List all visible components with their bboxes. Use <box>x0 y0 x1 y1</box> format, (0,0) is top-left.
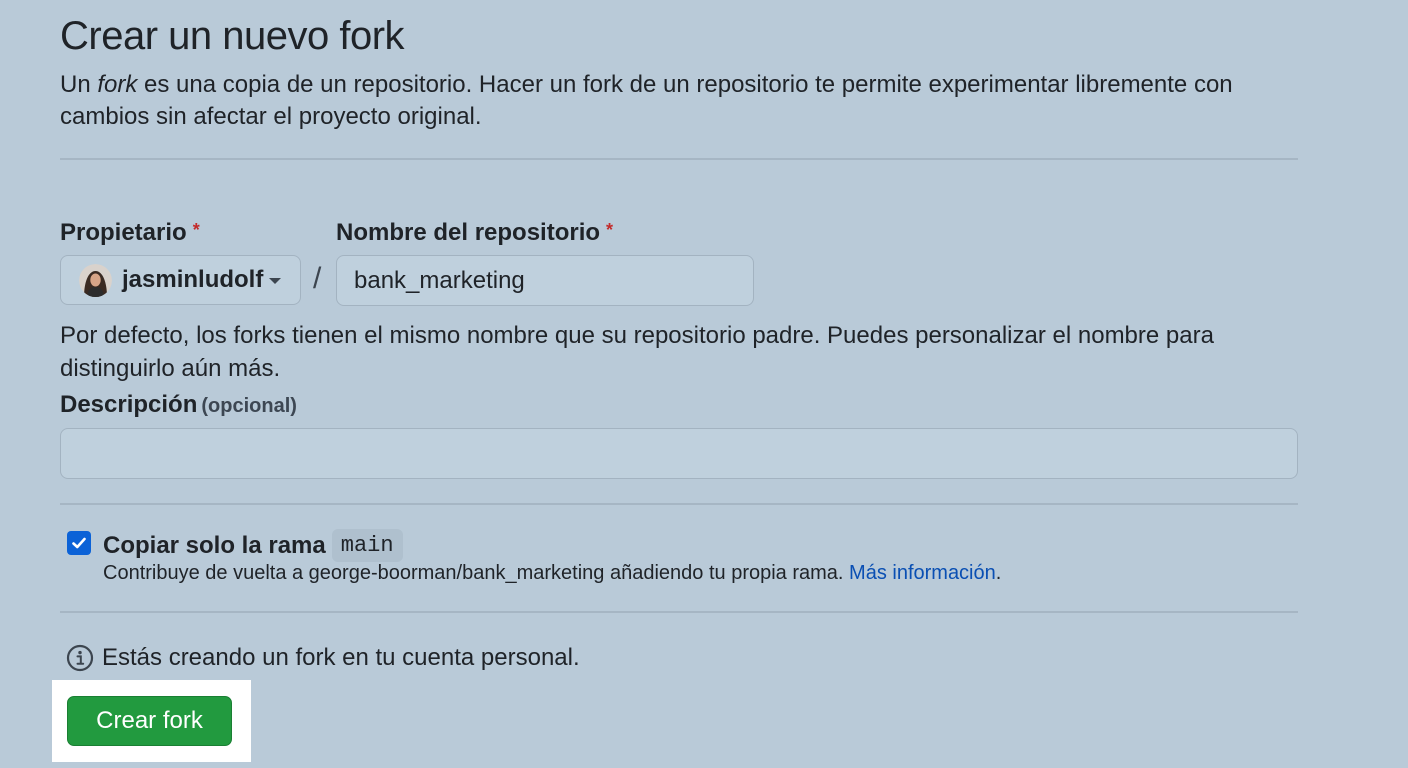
branch-name-code: main <box>331 529 403 562</box>
repository-required-marker: * <box>606 220 614 240</box>
info-icon <box>66 644 94 672</box>
avatar <box>79 263 112 297</box>
personal-account-notice: Estás creando un fork en tu cuenta perso… <box>66 644 580 672</box>
notice-text: Estás creando un fork en tu cuenta perso… <box>102 644 580 671</box>
intro-prefix: Un <box>60 71 98 98</box>
owner-label: Propietario * <box>60 219 200 247</box>
description-label: Descripción (opcional) <box>60 391 297 419</box>
description-input[interactable] <box>60 428 1298 479</box>
repository-name-help: Por defecto, los forks tienen el mismo n… <box>60 322 1214 382</box>
checkmark-icon <box>72 537 86 549</box>
copy-branch-label-text: Copiar solo la rama <box>103 531 326 559</box>
owner-label-text: Propietario <box>60 219 187 246</box>
repository-name-input[interactable] <box>336 255 754 306</box>
intro-text: Un fork es una copia de un repositorio. … <box>60 69 1298 133</box>
create-fork-button[interactable]: Crear fork <box>67 696 232 746</box>
learn-more-link[interactable]: Más información <box>849 562 996 584</box>
description-label-text: Descripción <box>60 391 198 418</box>
intro-emphasis: fork <box>97 71 138 98</box>
copy-branch-help-text: Contribuye de vuelta a george-boorman/ba… <box>103 562 844 584</box>
copy-branch-help-trailing: . <box>995 562 1002 584</box>
description-divider <box>60 503 1298 505</box>
header-divider <box>60 158 1298 160</box>
intro-suffix: es una copia de un repositorio. Hacer un… <box>60 71 1233 130</box>
copy-branch-checkbox[interactable] <box>67 531 91 555</box>
create-button-highlight: Crear fork <box>52 680 251 762</box>
options-divider <box>60 611 1298 613</box>
owner-select-button[interactable]: jasminludolf <box>60 255 301 305</box>
page-title: Crear un nuevo fork <box>60 14 405 58</box>
repository-name-label: Nombre del repositorio * <box>336 219 613 247</box>
description-optional-tag: (opcional) <box>201 395 297 417</box>
chevron-down-icon <box>269 278 282 284</box>
repository-name-label-text: Nombre del repositorio <box>336 219 601 246</box>
copy-branch-help: Contribuye de vuelta a george-boorman/ba… <box>103 562 1001 585</box>
copy-branch-label[interactable]: Copiar solo la rama main <box>103 529 403 562</box>
owner-required-marker: * <box>192 220 200 240</box>
owner-repo-separator: / <box>313 262 322 295</box>
owner-name: jasminludolf <box>122 266 264 293</box>
